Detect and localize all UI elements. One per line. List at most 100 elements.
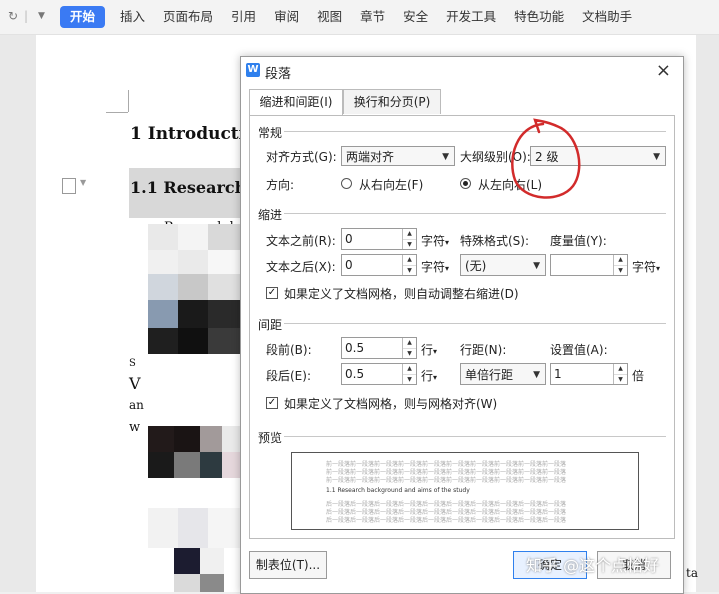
tab-indent-spacing[interactable]: 缩进和间距(I) — [249, 89, 343, 116]
spin-down-icon[interactable]: ▼ — [614, 266, 627, 276]
redaction-mosaic — [148, 224, 242, 274]
redaction-mosaic — [148, 508, 242, 592]
line-spacing-select[interactable]: 单倍行距 ▼ — [460, 363, 546, 385]
spin-down-icon[interactable]: ▼ — [614, 375, 627, 385]
quick-access-dropdown-icon[interactable]: ▼ — [38, 11, 45, 21]
setting-value-input[interactable]: 1 ▲ ▼ — [550, 363, 628, 385]
dropdown-arrow-icon: ▼ — [442, 152, 449, 162]
special-format-value: (无) — [465, 259, 487, 273]
auto-right-indent-label[interactable]: 如果定义了文档网格，则自动调整右缩进(D) — [284, 285, 519, 302]
menu-section[interactable]: 章节 — [351, 6, 394, 28]
menu-view[interactable]: 视图 — [308, 6, 351, 28]
measure-label: 度量值(Y): — [550, 234, 607, 248]
section-divider — [284, 131, 666, 132]
line-spacing-value: 单倍行距 — [465, 368, 514, 382]
menu-developer[interactable]: 开发工具 — [437, 6, 505, 28]
redaction-mosaic — [148, 426, 242, 478]
setting-value-value: 1 — [554, 367, 562, 381]
doc-text: S — [129, 358, 136, 369]
annotation-circle — [511, 118, 581, 199]
spin-up-icon[interactable]: ▲ — [614, 255, 627, 266]
indent-before-input[interactable]: 0 ▲ ▼ — [341, 228, 417, 250]
spinner-buttons[interactable]: ▲ ▼ — [613, 255, 627, 275]
alignment-value: 两端对齐 — [346, 150, 395, 164]
indent-before-unit[interactable]: 字符▾ — [421, 232, 449, 249]
measure-input[interactable]: ▲ ▼ — [550, 254, 628, 276]
spin-up-icon[interactable]: ▲ — [403, 255, 416, 266]
snap-to-grid-label[interactable]: 如果定义了文档网格，则与网格对齐(W) — [284, 395, 497, 412]
indent-after-label: 文本之后(X): — [266, 260, 336, 274]
indent-before-value: 0 — [345, 232, 353, 246]
crop-mark — [128, 90, 129, 112]
menu-security[interactable]: 安全 — [394, 6, 437, 28]
close-icon[interactable]: × — [656, 60, 671, 81]
dialog-titlebar[interactable]: W 段落 × — [241, 57, 683, 85]
paragraph-preview: 前一段落前一段落前一段落前一段落前一段落前一段落前一段落前一段落前一段落前一段落… — [291, 452, 639, 530]
special-format-label: 特殊格式(S): — [460, 234, 530, 248]
space-after-input[interactable]: 0.5 ▲ ▼ — [341, 363, 417, 385]
space-before-unit[interactable]: 行▾ — [421, 341, 437, 358]
spin-up-icon[interactable]: ▲ — [614, 364, 627, 375]
spin-down-icon[interactable]: ▼ — [403, 349, 416, 359]
spin-up-icon[interactable]: ▲ — [403, 338, 416, 349]
ltr-radio[interactable] — [460, 178, 471, 189]
doc-heading-1[interactable]: 1 Introductio — [130, 124, 256, 144]
alignment-select[interactable]: 两端对齐 ▼ — [341, 146, 455, 166]
spinner-buttons[interactable]: ▲ ▼ — [402, 364, 416, 384]
space-after-unit[interactable]: 行▾ — [421, 367, 437, 384]
indent-after-value: 0 — [345, 258, 353, 272]
alignment-label: 对齐方式(G): — [266, 150, 337, 164]
rtl-label[interactable]: 从右向左(F) — [359, 176, 423, 193]
menu-special[interactable]: 特色功能 — [505, 6, 573, 28]
spin-up-icon[interactable]: ▲ — [403, 364, 416, 375]
snap-to-grid-checkbox[interactable]: ✓ — [266, 397, 278, 409]
wps-writer-icon: W — [246, 63, 260, 77]
spinner-buttons[interactable]: ▲ ▼ — [402, 338, 416, 358]
doc-text: V — [129, 374, 141, 393]
spinner-buttons[interactable]: ▲ ▼ — [402, 229, 416, 249]
measure-unit[interactable]: 字符▾ — [632, 258, 660, 275]
chevron-down-icon[interactable]: ▼ — [80, 178, 86, 187]
tab-stops-button[interactable]: 制表位(T)... — [249, 551, 327, 579]
indent-after-unit[interactable]: 字符▾ — [421, 258, 449, 275]
separator-icon: | — [24, 9, 29, 23]
spin-down-icon[interactable]: ▼ — [403, 266, 416, 276]
section-indent-title: 缩进 — [258, 208, 283, 222]
dropdown-arrow-icon: ▼ — [533, 370, 540, 380]
doc-text: ta — [686, 566, 698, 580]
indent-after-input[interactable]: 0 ▲ ▼ — [341, 254, 417, 276]
tab-line-page-breaks[interactable]: 换行和分页(P) — [343, 89, 441, 114]
menu-page-layout[interactable]: 页面布局 — [154, 6, 222, 28]
menu-references[interactable]: 引用 — [222, 6, 265, 28]
dialog-title: 段落 — [265, 67, 292, 82]
auto-right-indent-checkbox[interactable]: ✓ — [266, 287, 278, 299]
spinner-buttons[interactable]: ▲ ▼ — [613, 364, 627, 384]
spin-down-icon[interactable]: ▼ — [403, 240, 416, 250]
menu-doc-assistant[interactable]: 文档助手 — [573, 6, 641, 28]
section-divider — [284, 436, 666, 437]
menu-review[interactable]: 审阅 — [265, 6, 308, 28]
preview-after-line: 后一段落后一段落后一段落后一段落后一段落后一段落后一段落后一段落后一段落后一段落 — [326, 517, 567, 524]
spin-up-icon[interactable]: ▲ — [403, 229, 416, 240]
paragraph-layout-icon[interactable] — [62, 178, 76, 194]
preview-sample-text: 1.1 Research background and aims of the … — [326, 487, 470, 494]
special-format-select[interactable]: (无) ▼ — [460, 254, 546, 276]
section-spacing-title: 间距 — [258, 318, 283, 332]
menu-home[interactable]: 开始 — [60, 6, 106, 28]
setting-value-label: 设置值(A): — [550, 343, 608, 357]
section-general-title: 常规 — [258, 126, 283, 140]
space-after-value: 0.5 — [345, 367, 365, 381]
ribbon-menu: 开始 插入 页面布局 引用 审阅 视图 章节 安全 开发工具 特色功能 文档助手 — [60, 6, 641, 28]
doc-heading-2-selected[interactable]: 1.1 Research b — [129, 168, 263, 218]
redaction-mosaic — [148, 274, 242, 354]
space-before-input[interactable]: 0.5 ▲ ▼ — [341, 337, 417, 359]
dropdown-arrow-icon: ▼ — [533, 261, 540, 271]
space-after-label: 段后(E): — [266, 369, 311, 383]
menu-insert[interactable]: 插入 — [111, 6, 154, 28]
redo-icon[interactable]: ↻ — [8, 9, 18, 23]
space-before-value: 0.5 — [345, 341, 365, 355]
setting-value-unit: 倍 — [632, 369, 645, 383]
spin-down-icon[interactable]: ▼ — [403, 375, 416, 385]
rtl-radio[interactable] — [341, 178, 352, 189]
spinner-buttons[interactable]: ▲ ▼ — [402, 255, 416, 275]
